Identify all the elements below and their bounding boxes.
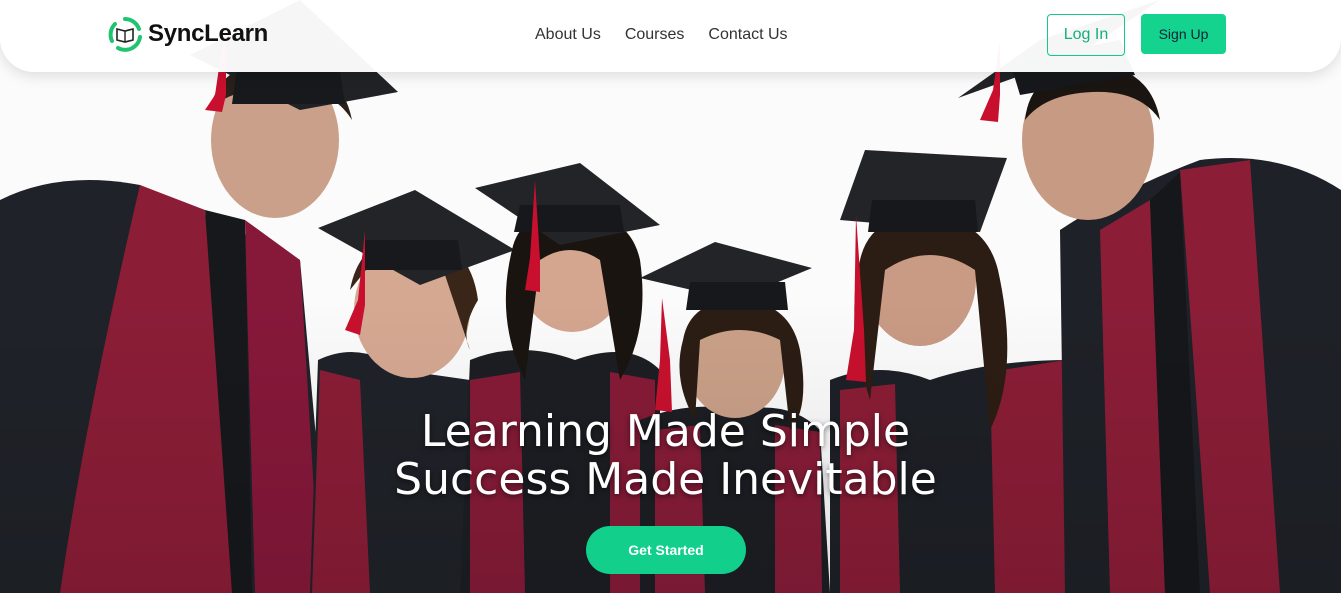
nav-link-about-us[interactable]: About Us	[535, 26, 601, 44]
brand-name: SyncLearn	[148, 20, 269, 47]
main-nav: About Us Courses Contact Us	[535, 26, 788, 44]
nav-link-courses[interactable]: Courses	[625, 26, 685, 44]
brand-logo[interactable]: SyncLearn	[106, 15, 268, 53]
hero-headline-line-1: Learning Made Simple	[420, 406, 911, 457]
hero-headline: Learning Made Simple Success Made Inevit…	[0, 408, 1331, 504]
get-started-button[interactable]: Get Started	[586, 526, 746, 574]
signup-button[interactable]: Sign Up	[1141, 14, 1226, 54]
login-button[interactable]: Log In	[1047, 14, 1125, 56]
hero-headline-line-2: Success Made Inevitable	[394, 454, 937, 505]
nav-link-contact-us[interactable]: Contact Us	[708, 26, 787, 44]
book-sync-icon	[108, 17, 142, 52]
top-navbar: SyncLearn About Us Courses Contact Us Lo…	[0, 0, 1341, 72]
